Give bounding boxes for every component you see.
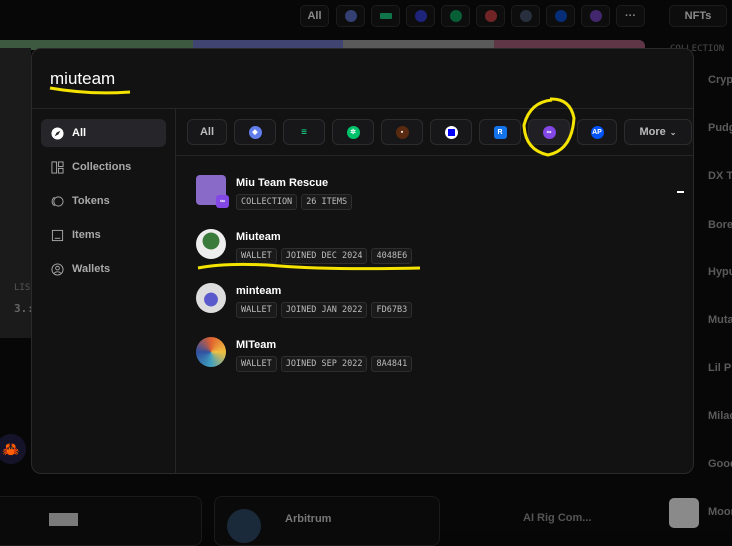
search-input[interactable]: miuteam xyxy=(32,49,693,109)
b3-icon: ▪ xyxy=(395,125,409,139)
wallet-avatar xyxy=(196,229,226,259)
sidebar-item-label: Items xyxy=(72,229,101,241)
result-title: Miuteam xyxy=(236,231,281,243)
chain-filter-bar: All ◆ ≡ ✲ ▪ R ∞ AP More ⌄ xyxy=(176,109,693,156)
collections-icon xyxy=(51,160,64,174)
compass-icon xyxy=(51,126,64,140)
chevron-down-icon: ⌄ xyxy=(669,127,677,137)
flow-icon: ✲ xyxy=(346,125,360,139)
result-tag: JOINED JAN 2022 xyxy=(280,302,368,318)
sidebar-item-label: Collections xyxy=(72,161,132,173)
result-tag: WALLET xyxy=(236,248,277,264)
result-tag: WALLET xyxy=(236,356,277,372)
filter-polygon[interactable]: ∞ xyxy=(528,119,570,145)
bg-hero xyxy=(0,48,31,338)
filter-flow[interactable]: ✲ xyxy=(332,119,374,145)
bg-collection-name[interactable]: Lil Pu xyxy=(708,362,732,374)
result-tag: 4048E6 xyxy=(371,248,413,264)
bg-card-name: AI Rig Com... xyxy=(523,512,592,524)
sidebar-item-label: Tokens xyxy=(72,195,110,207)
bg-chain-avalanche[interactable] xyxy=(476,5,505,27)
filter-apechain[interactable]: AP xyxy=(577,119,617,145)
collection-avatar: ∞ xyxy=(196,175,229,208)
nfts-label: NFTs xyxy=(684,10,712,22)
polygon-icon: ∞ xyxy=(542,125,556,139)
wallet-icon xyxy=(51,262,64,276)
apechain-icon: AP xyxy=(590,125,604,139)
tokens-icon xyxy=(51,195,64,207)
result-tag: JOINED SEP 2022 xyxy=(280,356,368,372)
bg-collection-name[interactable]: DX Te xyxy=(708,170,732,182)
filter-ethereum[interactable]: ◆ xyxy=(234,119,276,145)
result-tag: WALLET xyxy=(236,302,277,318)
sidebar-item-label: Wallets xyxy=(72,263,111,275)
ethereum-icon: ◆ xyxy=(248,125,262,139)
result-collection[interactable]: ∞ Miu Team Rescue COLLECTION 26 ITEMS xyxy=(196,175,693,229)
bg-collection-name[interactable]: Milac xyxy=(708,410,732,422)
filter-all-label: All xyxy=(199,126,215,138)
filter-all[interactable]: All xyxy=(187,119,227,145)
bg-chain-base[interactable] xyxy=(406,5,435,27)
result-wallet[interactable]: Miuteam WALLET JOINED DEC 2024 4048E6 xyxy=(196,229,693,283)
result-tag: 8A4841 xyxy=(371,356,413,372)
ronin-icon: R xyxy=(493,125,507,139)
bg-collection-name[interactable]: Moon xyxy=(708,506,732,518)
search-modal: miuteam All Collections Tokens Items Wal… xyxy=(31,48,694,474)
result-wallet[interactable]: minteam WALLET JOINED JAN 2022 FD67B3 xyxy=(196,283,693,337)
bg-collection-name[interactable]: Hypu xyxy=(708,266,732,278)
bg-chain-ethereum[interactable] xyxy=(336,5,365,27)
filter-solana[interactable]: ≡ xyxy=(283,119,325,145)
bg-collection-name[interactable]: Pudg xyxy=(708,122,732,134)
bg-collection-name[interactable]: Muta xyxy=(708,314,732,326)
base-icon xyxy=(444,125,458,139)
result-tag: FD67B3 xyxy=(371,302,413,318)
moon-avatar xyxy=(669,498,699,528)
result-title: MITeam xyxy=(236,339,277,351)
sidebar-item-all[interactable]: All xyxy=(41,119,166,147)
result-tag: COLLECTION xyxy=(236,194,298,210)
bg-collection-name[interactable]: Crypt xyxy=(708,74,732,86)
result-title: minteam xyxy=(236,285,282,297)
sidebar-item-label: All xyxy=(72,127,87,139)
sidebar: All Collections Tokens Items Wallets xyxy=(32,109,176,473)
bg-chain-apechain[interactable] xyxy=(546,5,575,27)
results-list: ∞ Miu Team Rescue COLLECTION 26 ITEMS Miu… xyxy=(196,175,693,391)
bg-chain-solana[interactable] xyxy=(371,5,400,27)
result-title: Miu Team Rescue xyxy=(236,177,329,189)
bg-chain-polygon[interactable] xyxy=(581,5,610,27)
result-tag: JOINED DEC 2024 xyxy=(280,248,368,264)
bg-collection-name[interactable]: Bore xyxy=(708,219,732,231)
more-label: More xyxy=(639,126,666,138)
filter-base[interactable] xyxy=(430,119,472,145)
bg-card-arbitrum[interactable]: Arbitrum xyxy=(214,496,440,546)
sidebar-item-tokens[interactable]: Tokens xyxy=(41,187,166,215)
sidebar-item-items[interactable]: Items xyxy=(41,221,166,249)
filter-more-button[interactable]: More ⌄ xyxy=(624,119,692,145)
image-icon xyxy=(51,229,64,241)
solana-icon: ≡ xyxy=(301,126,307,138)
bg-card-name: Arbitrum xyxy=(285,513,332,525)
bg-nfts-button[interactable]: NFTs xyxy=(669,5,727,27)
result-wallet[interactable]: MITeam WALLET JOINED SEP 2022 8A4841 xyxy=(196,337,693,391)
wallet-avatar xyxy=(196,283,226,313)
sidebar-item-collections[interactable]: Collections xyxy=(41,153,166,181)
search-query[interactable]: miuteam xyxy=(50,69,115,88)
bg-collection-name[interactable]: Good xyxy=(708,458,732,470)
sidebar-item-wallets[interactable]: Wallets xyxy=(41,255,166,283)
bg-chain-flow[interactable] xyxy=(441,5,470,27)
polygon-icon: ∞ xyxy=(216,195,229,208)
bg-filter-all[interactable]: All xyxy=(300,5,329,27)
bg-chain-zksync[interactable] xyxy=(511,5,540,27)
bg-card[interactable] xyxy=(0,496,202,546)
wallet-avatar xyxy=(196,337,226,367)
filter-b3[interactable]: ▪ xyxy=(381,119,423,145)
filter-ronin[interactable]: R xyxy=(479,119,521,145)
bg-more-ellipsis-icon[interactable]: ··· xyxy=(616,5,645,27)
bg-stat-label: LIS xyxy=(14,283,31,293)
result-tag: 26 ITEMS xyxy=(301,194,353,210)
